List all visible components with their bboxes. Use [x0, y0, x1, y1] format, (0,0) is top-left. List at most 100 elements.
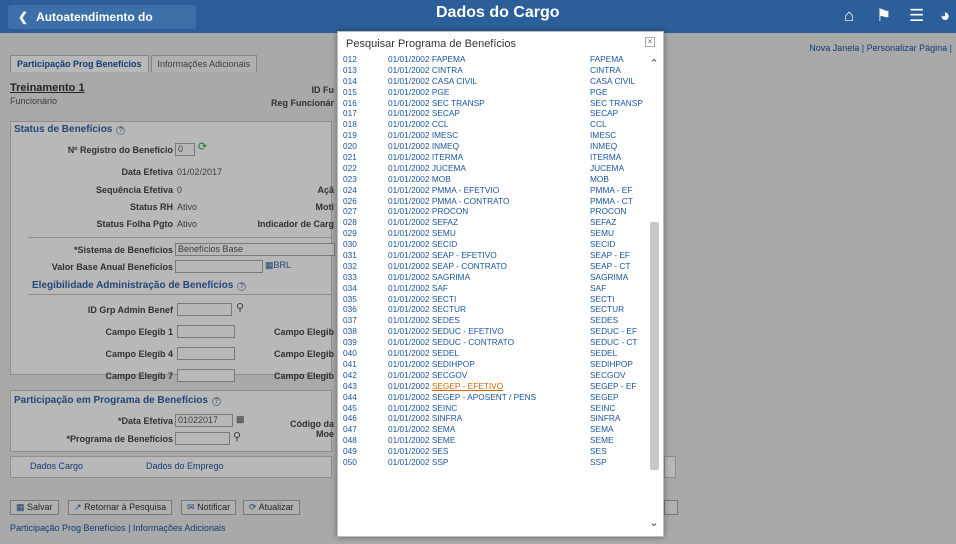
result-name-link[interactable]: SEGEP - EFETIVO — [432, 381, 503, 391]
result-row[interactable]: 043 01/01/2002 SEGEP - EFETIVO SEGEP - EF — [338, 381, 650, 392]
result-code: 033 — [343, 271, 357, 282]
result-short: CINTRA — [590, 64, 621, 75]
result-desc: 01/01/2002 PGE — [388, 87, 449, 98]
result-row[interactable]: 049 01/01/2002 SES SES — [338, 446, 650, 457]
result-row[interactable]: 036 01/01/2002 SECTUR SECTUR — [338, 304, 650, 315]
chevron-up-icon[interactable]: ⌃ — [648, 58, 660, 70]
result-name-link[interactable]: SEMA — [432, 424, 456, 434]
result-name-link[interactable]: CASA CIVIL — [432, 76, 477, 86]
result-short: SAGRIMA — [590, 271, 629, 282]
result-row[interactable]: 050 01/01/2002 SSP SSP — [338, 457, 650, 468]
result-row[interactable]: 018 01/01/2002 CCL CCL — [338, 119, 650, 130]
result-name-link[interactable]: SEGEP - APOSENT / PENS — [432, 392, 536, 402]
result-name-link[interactable]: SAGRIMA — [432, 272, 470, 282]
result-name-link[interactable]: SECTUR — [432, 304, 466, 314]
result-row[interactable]: 012 01/01/2002 FAPEMA FAPEMA — [338, 54, 650, 65]
result-name-link[interactable]: SECID — [432, 239, 457, 249]
result-row[interactable]: 019 01/01/2002 IMESC IMESC — [338, 130, 650, 141]
result-row[interactable]: 040 01/01/2002 SEDEL SEDEL — [338, 348, 650, 359]
result-name-link[interactable]: SEMU — [432, 228, 456, 238]
result-name-link[interactable]: SEC TRANSP — [432, 98, 485, 108]
result-name-link[interactable]: SECGOV — [432, 370, 468, 380]
result-row[interactable]: 014 01/01/2002 CASA CIVIL CASA CIVIL — [338, 76, 650, 87]
result-name-link[interactable]: IMESC — [432, 130, 458, 140]
result-name-link[interactable]: INMEQ — [432, 141, 459, 151]
result-name-link[interactable]: SEAP - EFETIVO — [432, 250, 497, 260]
result-name-link[interactable]: SEAP - CONTRATO — [432, 261, 507, 271]
result-name-link[interactable]: SEDES — [432, 315, 460, 325]
result-name-link[interactable]: SEDIHPOP — [432, 359, 475, 369]
result-row[interactable]: 042 01/01/2002 SECGOV SECGOV — [338, 370, 650, 381]
result-desc: 01/01/2002 SEDUC - CONTRATO — [388, 337, 514, 348]
result-name-link[interactable]: ITERMA — [432, 152, 463, 162]
result-date: 01/01/2002 — [388, 358, 430, 369]
result-name-link[interactable]: CINTRA — [432, 65, 463, 75]
result-code: 042 — [343, 369, 357, 380]
result-date: 01/01/2002 — [388, 86, 430, 97]
result-row[interactable]: 028 01/01/2002 SEFAZ SEFAZ — [338, 217, 650, 228]
result-name-link[interactable]: SEDUC - EFETIVO — [432, 326, 504, 336]
result-name-link[interactable]: CCL — [432, 119, 449, 129]
scroll-thumb[interactable] — [650, 222, 659, 470]
result-name-link[interactable]: SECTI — [432, 294, 456, 304]
result-name-link[interactable]: SEINC — [432, 403, 457, 413]
result-name-link[interactable]: SECAP — [432, 108, 460, 118]
result-name-link[interactable]: FAPEMA — [432, 54, 466, 64]
result-row[interactable]: 035 01/01/2002 SECTI SECTI — [338, 294, 650, 305]
home-icon[interactable]: ⌂ — [844, 7, 854, 25]
result-row[interactable]: 031 01/01/2002 SEAP - EFETIVO SEAP - EF — [338, 250, 650, 261]
result-name-link[interactable]: PMMA - EFETVIO — [432, 185, 499, 195]
result-row[interactable]: 045 01/01/2002 SEINC SEINC — [338, 403, 650, 414]
result-code: 043 — [343, 380, 357, 391]
result-name-link[interactable]: PGE — [432, 87, 450, 97]
result-name-link[interactable]: SEDUC - CONTRATO — [432, 337, 514, 347]
result-name-link[interactable]: SEDEL — [432, 348, 459, 358]
chevron-down-icon[interactable]: ⌄ — [648, 517, 660, 529]
result-row[interactable]: 015 01/01/2002 PGE PGE — [338, 87, 650, 98]
result-row[interactable]: 016 01/01/2002 SEC TRANSP SEC TRANSP — [338, 98, 650, 109]
result-name-link[interactable]: JUCEMA — [432, 163, 466, 173]
result-name-link[interactable]: MOB — [432, 174, 451, 184]
result-row[interactable]: 022 01/01/2002 JUCEMA JUCEMA — [338, 163, 650, 174]
result-row[interactable]: 020 01/01/2002 INMEQ INMEQ — [338, 141, 650, 152]
result-row[interactable]: 032 01/01/2002 SEAP - CONTRATO SEAP - CT — [338, 261, 650, 272]
result-code: 038 — [343, 326, 357, 337]
result-row[interactable]: 046 01/01/2002 SINFRA SINFRA — [338, 413, 650, 424]
result-row[interactable]: 026 01/01/2002 PMMA - CONTRATO PMMA - CT — [338, 196, 650, 207]
result-row[interactable]: 027 01/01/2002 PROCON PROCON — [338, 206, 650, 217]
result-row[interactable]: 039 01/01/2002 SEDUC - CONTRATO SEDUC - CT — [338, 337, 650, 348]
close-icon[interactable]: × — [645, 37, 655, 47]
result-row[interactable]: 030 01/01/2002 SECID SECID — [338, 239, 650, 250]
scrollbar[interactable]: ⌃ ⌄ — [648, 54, 660, 529]
result-row[interactable]: 034 01/01/2002 SAF SAF — [338, 283, 650, 294]
result-name-link[interactable]: SINFRA — [432, 413, 462, 423]
result-name-link[interactable]: SAF — [432, 283, 448, 293]
result-name-link[interactable]: PROCON — [432, 206, 468, 216]
result-name-link[interactable]: SES — [432, 446, 449, 456]
result-short: SEME — [590, 435, 614, 446]
back-button[interactable]: ❮Autoatendimento do Gerente — [8, 5, 196, 48]
result-name-link[interactable]: SSP — [432, 457, 449, 467]
result-name-link[interactable]: SEFAZ — [432, 217, 458, 227]
result-name-link[interactable]: SEME — [432, 435, 456, 445]
result-name-link[interactable]: PMMA - CONTRATO — [432, 196, 510, 206]
result-row[interactable]: 047 01/01/2002 SEMA SEMA — [338, 424, 650, 435]
result-row[interactable]: 017 01/01/2002 SECAP SECAP — [338, 108, 650, 119]
result-row[interactable]: 048 01/01/2002 SEME SEME — [338, 435, 650, 446]
result-row[interactable]: 033 01/01/2002 SAGRIMA SAGRIMA — [338, 272, 650, 283]
result-row[interactable]: 041 01/01/2002 SEDIHPOP SEDIHPOP — [338, 359, 650, 370]
flag-icon[interactable]: ⚑ — [876, 7, 891, 25]
result-row[interactable]: 021 01/01/2002 ITERMA ITERMA — [338, 152, 650, 163]
menu-icon[interactable]: ☰ — [909, 7, 924, 25]
result-row[interactable]: 038 01/01/2002 SEDUC - EFETIVO SEDUC - EF — [338, 326, 650, 337]
chevron-left-icon: ❮ — [18, 10, 29, 24]
result-short: SECGOV — [590, 369, 626, 380]
result-row[interactable]: 024 01/01/2002 PMMA - EFETVIO PMMA - EF — [338, 185, 650, 196]
result-row[interactable]: 037 01/01/2002 SEDES SEDES — [338, 315, 650, 326]
result-row[interactable]: 029 01/01/2002 SEMU SEMU — [338, 228, 650, 239]
result-row[interactable]: 044 01/01/2002 SEGEP - APOSENT / PENS SEGE… — [338, 392, 650, 403]
compass-icon[interactable]: ◕ — [940, 7, 950, 25]
result-row[interactable]: 013 01/01/2002 CINTRA CINTRA — [338, 65, 650, 76]
result-row[interactable]: 023 01/01/2002 MOB MOB — [338, 174, 650, 185]
result-date: 01/01/2002 — [388, 206, 430, 217]
